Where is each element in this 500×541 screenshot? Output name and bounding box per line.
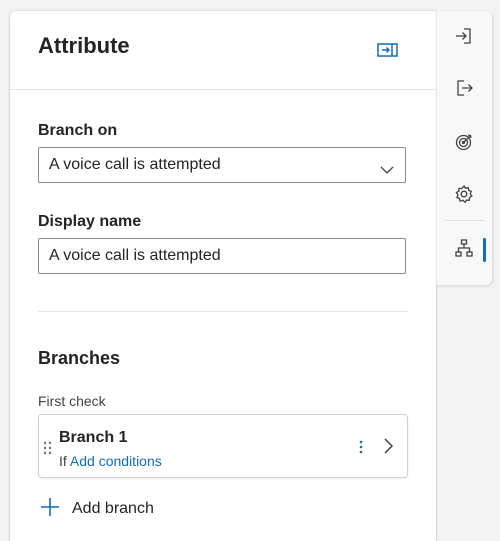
branches-title: Branches: [38, 348, 121, 368]
more-options-icon[interactable]: [357, 439, 365, 460]
add-conditions-link[interactable]: Add conditions: [70, 453, 162, 469]
branch-name: Branch 1: [59, 429, 128, 446]
sign-in-icon[interactable]: [451, 23, 477, 49]
panel-title: Attribute: [38, 33, 130, 58]
sign-out-icon[interactable]: [451, 75, 477, 101]
add-icon: [40, 497, 60, 522]
panel-header: Attribute: [10, 11, 436, 90]
rail-divider: [445, 220, 485, 221]
branch-condition: If Add conditions: [59, 453, 162, 469]
active-indicator: [483, 238, 486, 262]
display-name-field[interactable]: [38, 238, 406, 274]
branch-on-select[interactable]: A voice call is attempted: [38, 147, 406, 183]
display-name-label: Display name: [38, 213, 142, 230]
goal-target-icon[interactable]: [451, 129, 477, 155]
branch-on-label: Branch on: [38, 122, 118, 139]
add-branch-button[interactable]: Add branch: [40, 497, 154, 521]
add-branch-label: Add branch: [72, 500, 154, 517]
if-label: If: [59, 453, 67, 469]
side-rail: [436, 11, 492, 285]
branch-card[interactable]: Branch 1 If Add conditions: [38, 414, 408, 478]
settings-gear-icon[interactable]: [451, 181, 477, 207]
hierarchy-icon[interactable]: [451, 235, 477, 261]
drag-handle-icon[interactable]: [43, 441, 53, 460]
first-check-label: First check: [38, 393, 106, 409]
branch-on-selected-value: A voice call is attempted: [49, 156, 221, 173]
section-divider: [38, 311, 408, 312]
chevron-down-icon: [379, 157, 395, 191]
chevron-right-icon[interactable]: [381, 436, 395, 461]
attribute-panel: Attribute Branch on A voice call is atte…: [10, 11, 436, 541]
collapse-panel-icon[interactable]: [376, 41, 400, 59]
